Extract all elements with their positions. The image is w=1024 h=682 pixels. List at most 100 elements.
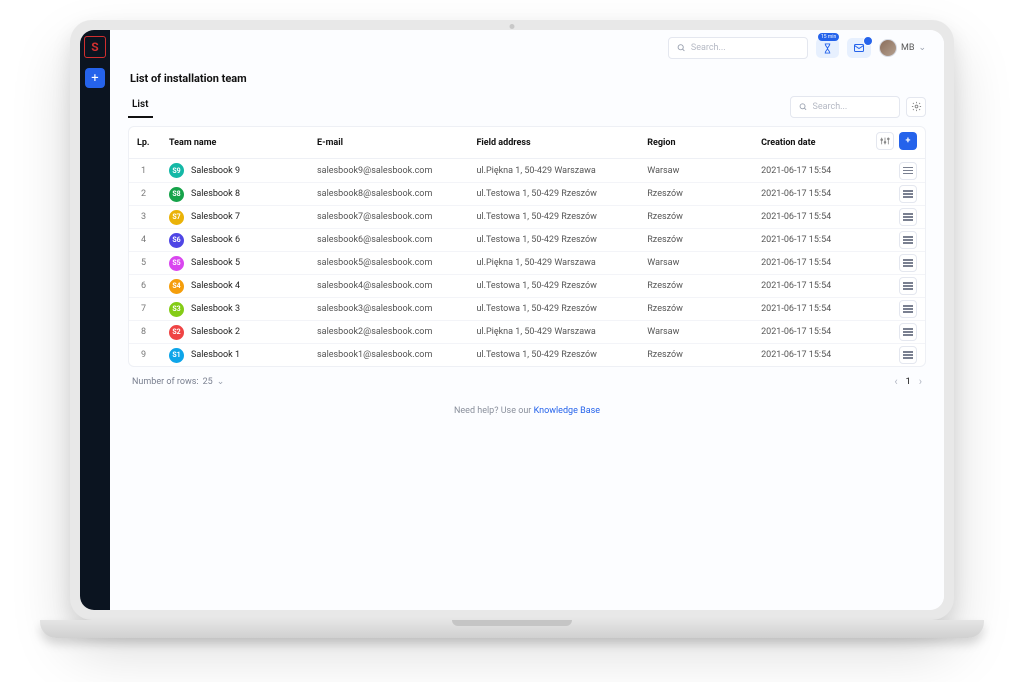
table-header: Lp. Team name E-mail Field address Regio… bbox=[129, 127, 925, 159]
cell-address: ul.Piękna 1, 50-429 Warszawa bbox=[476, 327, 647, 337]
cell-email: salesbook5@salesbook.com bbox=[317, 258, 476, 268]
add-row-button[interactable]: + bbox=[899, 132, 917, 150]
table-search-input[interactable] bbox=[813, 102, 891, 112]
row-menu-button[interactable] bbox=[899, 300, 917, 318]
knowledge-base-link[interactable]: Knowledge Base bbox=[534, 406, 600, 416]
team-name: Salesbook 4 bbox=[191, 281, 240, 291]
team-avatar: S2 bbox=[169, 325, 184, 340]
cell-address: ul.Testowa 1, 50-429 Rzeszów bbox=[476, 212, 647, 222]
chevron-down-icon[interactable]: ⌄ bbox=[217, 377, 225, 387]
user-menu[interactable]: MB ⌄ bbox=[879, 39, 926, 57]
team-avatar: S7 bbox=[169, 210, 184, 225]
cell-lp: 7 bbox=[137, 304, 169, 314]
cell-address: ul.Piękna 1, 50-429 Warszawa bbox=[476, 166, 647, 176]
cell-team: S3Salesbook 3 bbox=[169, 302, 317, 317]
cell-date: 2021-06-17 15:54 bbox=[761, 304, 875, 314]
cell-region: Rzeszów bbox=[647, 350, 761, 360]
cell-lp: 2 bbox=[137, 189, 169, 199]
team-avatar: S3 bbox=[169, 302, 184, 317]
cell-lp: 4 bbox=[137, 235, 169, 245]
cell-address: ul.Piękna 1, 50-429 Warszawa bbox=[476, 258, 647, 268]
table-row[interactable]: 1S9 Salesbook 9 salesbook9@salesbook.comul… bbox=[129, 159, 925, 182]
cell-lp: 5 bbox=[137, 258, 169, 268]
rows-count[interactable]: 25 bbox=[203, 377, 213, 387]
team-avatar: S4 bbox=[169, 279, 184, 294]
sidebar-add-button[interactable]: + bbox=[85, 68, 105, 88]
table-row[interactable]: 3S7Salesbook 7salesbook7@salesbook.comul… bbox=[129, 205, 925, 228]
cell-team: S6Salesbook 6 bbox=[169, 233, 317, 248]
table-search[interactable] bbox=[790, 96, 900, 118]
table-row[interactable]: 4S6Salesbook 6salesbook6@salesbook.comul… bbox=[129, 228, 925, 251]
cell-region: Rzeszów bbox=[647, 304, 761, 314]
team-name: Salesbook 6 bbox=[191, 235, 240, 245]
col-created: Creation date bbox=[761, 138, 875, 148]
cell-team: S4 Salesbook 4 bbox=[169, 279, 317, 294]
table-row[interactable]: 8S2Salesbook 2salesbook2@salesbook.comul… bbox=[129, 320, 925, 343]
col-lp: Lp. bbox=[137, 138, 169, 148]
cell-email: salesbook9@salesbook.com bbox=[317, 166, 476, 176]
cell-lp: 3 bbox=[137, 212, 169, 222]
cell-lp: 1 bbox=[137, 166, 169, 176]
cell-region: Warsaw bbox=[647, 327, 761, 337]
data-table: Lp. Team name E-mail Field address Regio… bbox=[128, 126, 926, 367]
cell-region: Rzeszów bbox=[647, 212, 761, 222]
row-menu-button[interactable] bbox=[899, 185, 917, 203]
team-avatar: S5 bbox=[169, 256, 184, 271]
page-title: List of installation team bbox=[130, 72, 926, 85]
table-row[interactable]: 2S8Salesbook 8salesbook8@salesbook.comul… bbox=[129, 182, 925, 205]
cell-email: salesbook6@salesbook.com bbox=[317, 235, 476, 245]
table-row[interactable]: 5S5Salesbook 5salesbook5@salesbook.comul… bbox=[129, 251, 925, 274]
main-content: MB ⌄ List of installation team List bbox=[110, 30, 944, 610]
table-row[interactable]: 9S1Salesbook 1salesbook1@salesbook.comul… bbox=[129, 343, 925, 366]
help-text: Need help? Use our Knowledge Base bbox=[128, 406, 926, 416]
row-menu-button[interactable] bbox=[899, 346, 917, 364]
sidebar: S + bbox=[80, 30, 110, 610]
table-row[interactable]: 7S3Salesbook 3salesbook3@salesbook.comul… bbox=[129, 297, 925, 320]
row-menu-button[interactable] bbox=[899, 323, 917, 341]
timer-button[interactable] bbox=[816, 38, 839, 58]
cell-email: salesbook7@salesbook.com bbox=[317, 212, 476, 222]
cell-date: 2021-06-17 15:54 bbox=[761, 212, 875, 222]
search-icon bbox=[677, 43, 686, 53]
team-name: Salesbook 2 bbox=[191, 327, 240, 337]
tab-list[interactable]: List bbox=[128, 95, 153, 118]
row-menu-button[interactable] bbox=[899, 254, 917, 272]
columns-button[interactable] bbox=[876, 132, 894, 150]
table-footer: Number of rows: 25 ⌄ ‹ 1 › bbox=[128, 367, 926, 388]
settings-button[interactable] bbox=[906, 97, 926, 117]
team-name: Salesbook 9 bbox=[191, 166, 240, 176]
cell-address: ul.Testowa 1, 50-429 Rzeszów bbox=[476, 304, 647, 314]
row-menu-button[interactable] bbox=[899, 162, 917, 180]
cell-date: 2021-06-17 15:54 bbox=[761, 350, 875, 360]
row-menu-button[interactable] bbox=[899, 208, 917, 226]
cell-region: Warsaw bbox=[647, 258, 761, 268]
prev-page-button[interactable]: ‹ bbox=[894, 375, 897, 388]
cell-team: S8Salesbook 8 bbox=[169, 187, 317, 202]
team-avatar: S9 bbox=[169, 163, 184, 178]
current-page: 1 bbox=[906, 377, 911, 387]
cell-email: salesbook3@salesbook.com bbox=[317, 304, 476, 314]
cell-team: S1 Salesbook 1 bbox=[169, 348, 317, 363]
gear-icon bbox=[911, 101, 922, 112]
cell-region: Rzeszów bbox=[647, 281, 761, 291]
table-row[interactable]: 6S4Salesbook 4salesbook4@salesbook.comul… bbox=[129, 274, 925, 297]
col-email: E-mail bbox=[317, 138, 476, 148]
user-initials: MB bbox=[901, 43, 914, 53]
global-search[interactable] bbox=[668, 37, 808, 59]
avatar bbox=[879, 39, 897, 57]
global-search-input[interactable] bbox=[691, 43, 799, 53]
cell-region: Rzeszów bbox=[647, 235, 761, 245]
cell-email: salesbook8@salesbook.com bbox=[317, 189, 476, 199]
cell-date: 2021-06-17 15:54 bbox=[761, 189, 875, 199]
row-menu-button[interactable] bbox=[899, 231, 917, 249]
team-name: Salesbook 1 bbox=[191, 350, 240, 360]
cell-team: S5Salesbook 5 bbox=[169, 256, 317, 271]
cell-team: S2 Salesbook 2 bbox=[169, 325, 317, 340]
row-menu-button[interactable] bbox=[899, 277, 917, 295]
team-avatar: S8 bbox=[169, 187, 184, 202]
mail-button[interactable] bbox=[847, 38, 871, 58]
sliders-icon bbox=[880, 136, 890, 146]
logo: S bbox=[84, 36, 106, 58]
team-avatar: S1 bbox=[169, 348, 184, 363]
next-page-button[interactable]: › bbox=[919, 375, 922, 388]
